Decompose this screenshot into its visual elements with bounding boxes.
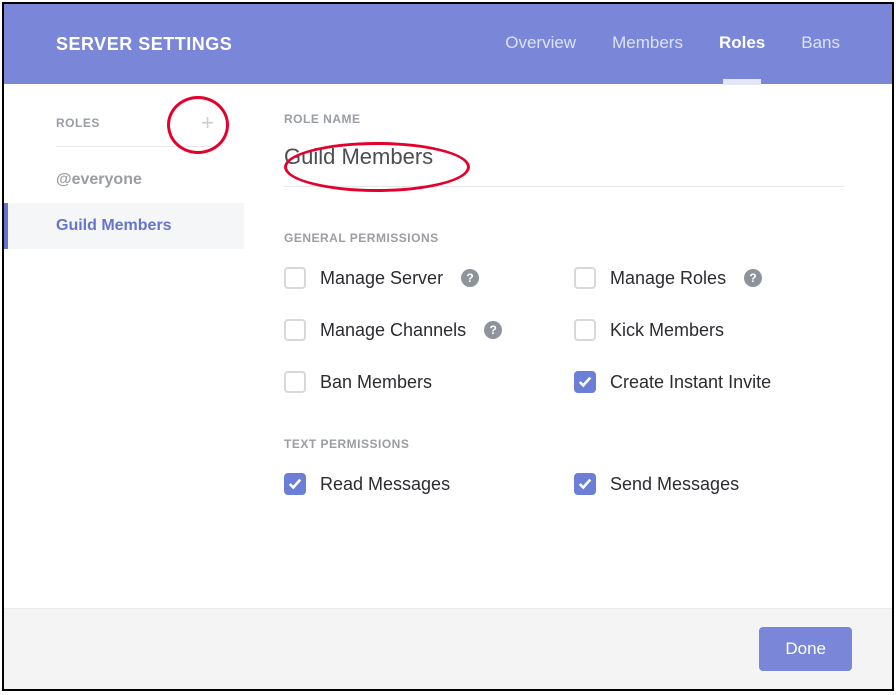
tab-members[interactable]: Members	[612, 33, 683, 55]
perm-read-messages[interactable]: Read Messages	[284, 473, 554, 495]
checkbox-icon	[574, 473, 596, 495]
roles-sidebar: ROLES + @everyone Guild Members	[4, 84, 244, 608]
perm-label: Read Messages	[320, 474, 450, 495]
checkbox-icon	[284, 371, 306, 393]
perm-manage-channels[interactable]: Manage Channels ?	[284, 319, 554, 341]
checkbox-icon	[574, 319, 596, 341]
header-tabs: Overview Members Roles Bans	[505, 33, 840, 55]
perm-label: Kick Members	[610, 320, 724, 341]
general-permissions-section: GENERAL PERMISSIONS Manage Server ? Mana…	[284, 231, 844, 393]
text-permissions-label: TEXT PERMISSIONS	[284, 437, 844, 451]
perm-manage-roles[interactable]: Manage Roles ?	[574, 267, 844, 289]
text-permissions-section: TEXT PERMISSIONS Read Messages Send Mess…	[284, 437, 844, 495]
checkbox-icon	[284, 473, 306, 495]
perm-manage-server[interactable]: Manage Server ?	[284, 267, 554, 289]
body: ROLES + @everyone Guild Members ROLE NAM…	[4, 84, 892, 608]
perm-label: Manage Channels	[320, 320, 466, 341]
done-button[interactable]: Done	[759, 627, 852, 671]
footer-bar: Done	[4, 608, 892, 689]
header-title: SERVER SETTINGS	[56, 34, 505, 55]
add-role-icon[interactable]: +	[201, 112, 214, 134]
sidebar-heading: ROLES	[56, 116, 100, 130]
help-icon[interactable]: ?	[484, 321, 502, 339]
role-editor: ROLE NAME GENERAL PERMISSIONS Manage Ser…	[244, 84, 892, 608]
tab-bans[interactable]: Bans	[801, 33, 840, 55]
tab-roles[interactable]: Roles	[719, 33, 765, 55]
sidebar-header: ROLES +	[4, 112, 244, 146]
checkbox-icon	[574, 267, 596, 289]
perm-create-instant-invite[interactable]: Create Instant Invite	[574, 371, 844, 393]
general-permissions-grid: Manage Server ? Manage Roles ? Manage Ch…	[284, 267, 844, 393]
sidebar-item-guild-members[interactable]: Guild Members	[4, 203, 244, 249]
server-settings-window: SERVER SETTINGS Overview Members Roles B…	[2, 2, 894, 691]
help-icon[interactable]: ?	[461, 269, 479, 287]
checkbox-icon	[284, 319, 306, 341]
checkbox-icon	[284, 267, 306, 289]
tab-overview[interactable]: Overview	[505, 33, 576, 55]
perm-label: Send Messages	[610, 474, 739, 495]
header-bar: SERVER SETTINGS Overview Members Roles B…	[4, 4, 892, 84]
sidebar-item-everyone[interactable]: @everyone	[4, 157, 244, 203]
role-name-label: ROLE NAME	[284, 112, 844, 126]
perm-ban-members[interactable]: Ban Members	[284, 371, 554, 393]
perm-label: Create Instant Invite	[610, 372, 771, 393]
text-permissions-grid: Read Messages Send Messages	[284, 473, 844, 495]
perm-label: Ban Members	[320, 372, 432, 393]
perm-label: Manage Roles	[610, 268, 726, 289]
perm-label: Manage Server	[320, 268, 443, 289]
perm-kick-members[interactable]: Kick Members	[574, 319, 844, 341]
perm-send-messages[interactable]: Send Messages	[574, 473, 844, 495]
sidebar-separator	[56, 146, 214, 147]
checkbox-icon	[574, 371, 596, 393]
general-permissions-label: GENERAL PERMISSIONS	[284, 231, 844, 245]
help-icon[interactable]: ?	[744, 269, 762, 287]
role-name-input[interactable]	[284, 140, 844, 187]
